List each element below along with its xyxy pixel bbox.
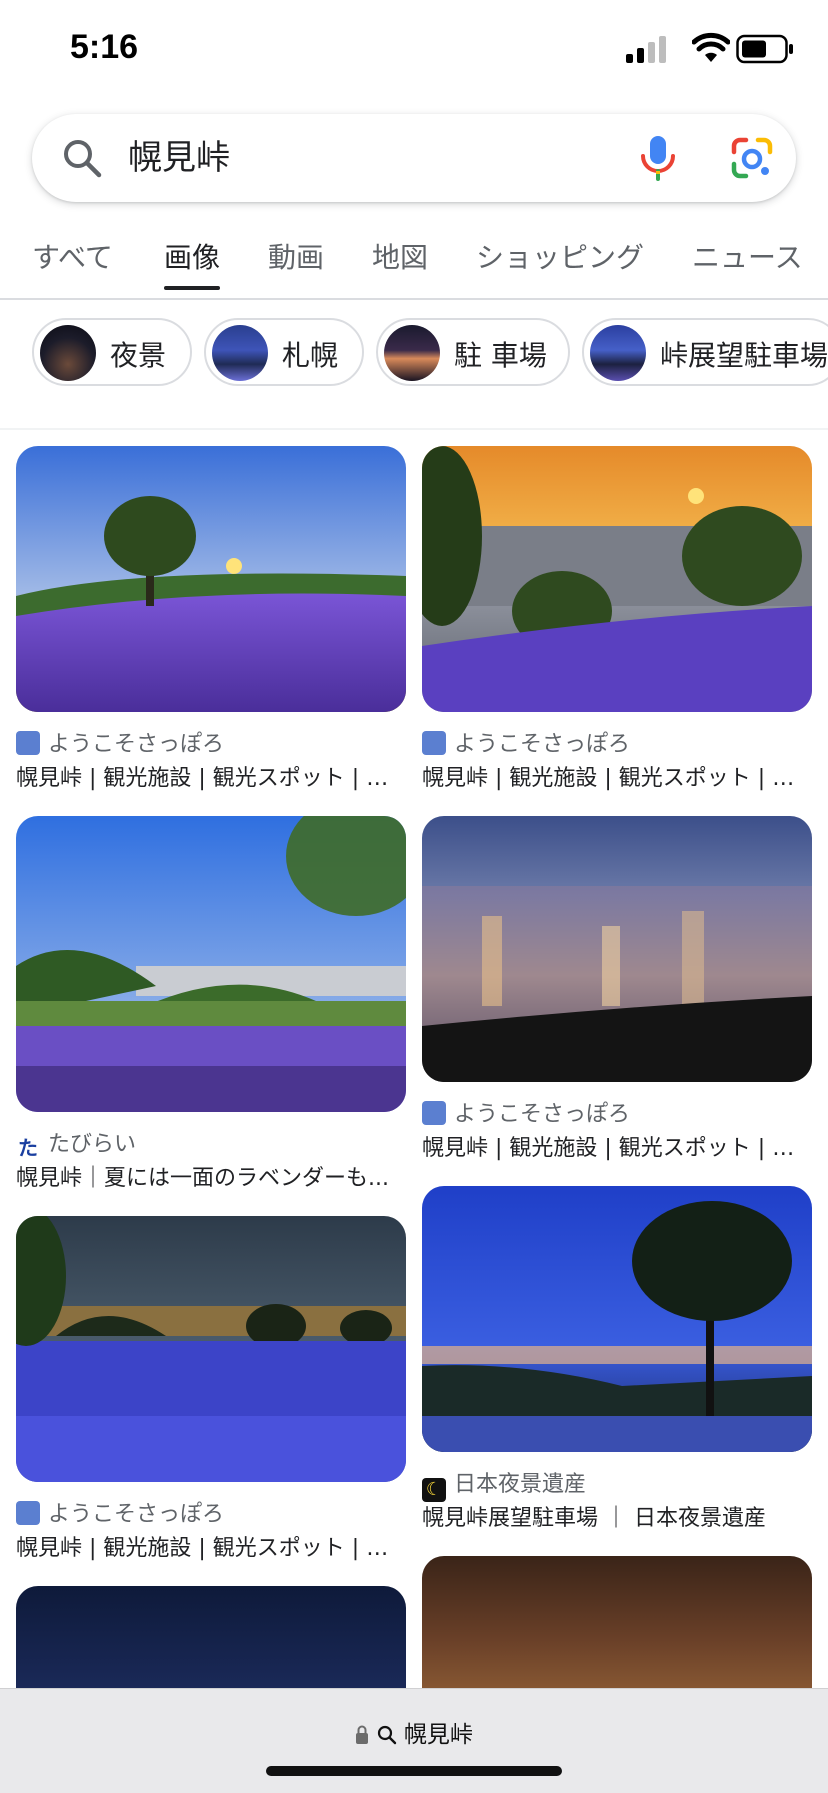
result-source: ☾ 日本夜景遺産 bbox=[422, 1466, 586, 1502]
tab-maps[interactable]: 地図 bbox=[372, 236, 428, 276]
tab-images[interactable]: 画像 bbox=[164, 236, 221, 290]
site-favicon-icon bbox=[422, 731, 446, 755]
chip-thumbnail bbox=[40, 325, 96, 381]
cellular-signal-icon bbox=[626, 36, 666, 63]
battery-icon bbox=[736, 34, 793, 64]
search-icon bbox=[377, 1725, 396, 1745]
result-title[interactable]: 幌見峠｜夏には一面のラベンダーも... bbox=[16, 1160, 406, 1192]
search-type-tabs: すべて 画像 動画 地図 ショッピング ニュース bbox=[0, 228, 828, 300]
search-input[interactable]: 幌見峠 bbox=[128, 134, 230, 182]
chip-sapporo[interactable]: 札幌 bbox=[204, 318, 364, 386]
site-favicon-icon: ☾ bbox=[422, 1478, 446, 1502]
source-label: 日本夜景遺産 bbox=[454, 1472, 587, 1497]
result-image[interactable] bbox=[16, 446, 406, 712]
chip-thumbnail bbox=[212, 325, 268, 381]
result-source: ようこそさっぽろ bbox=[16, 726, 224, 758]
google-lens-icon[interactable] bbox=[728, 134, 776, 182]
site-favicon-icon bbox=[422, 1101, 446, 1125]
chip-label: 夜景 bbox=[110, 339, 167, 372]
divider bbox=[0, 428, 828, 430]
result-title[interactable]: 幌見峠 | 観光施設 | 観光スポット | よ... bbox=[16, 760, 406, 792]
lock-icon bbox=[356, 1725, 369, 1744]
result-title[interactable]: 幌見峠 | 観光施設 | 観光スポット | よ... bbox=[16, 1530, 406, 1562]
source-label: ようこそさっぽろ bbox=[48, 732, 225, 757]
browser-address-bar[interactable]: 幌見峠 bbox=[0, 1688, 828, 1793]
chip-pass-observation-parking[interactable]: 峠展望駐車場 bbox=[582, 318, 828, 386]
status-time: 5:16 bbox=[70, 28, 139, 66]
source-label: ようこそさっぽろ bbox=[454, 1102, 631, 1127]
home-indicator[interactable] bbox=[266, 1766, 562, 1776]
result-image[interactable] bbox=[422, 446, 812, 712]
result-image[interactable] bbox=[16, 1586, 406, 1696]
result-title[interactable]: 幌見峠展望駐車場 ｜ 日本夜景遺産 bbox=[422, 1500, 812, 1532]
search-bar[interactable]: 幌見峠 bbox=[32, 114, 796, 202]
result-title[interactable]: 幌見峠 | 観光施設 | 観光スポット | よ... bbox=[422, 1130, 812, 1162]
search-icon bbox=[64, 140, 102, 178]
chip-label: 駐 車場 bbox=[454, 339, 547, 372]
tab-shopping[interactable]: ショッピング bbox=[476, 236, 644, 276]
chip-night-view[interactable]: 夜景 bbox=[32, 318, 192, 386]
address-field[interactable]: 幌見峠 bbox=[0, 1715, 828, 1749]
result-image[interactable] bbox=[422, 1556, 812, 1696]
tab-news[interactable]: ニュース bbox=[692, 236, 803, 276]
result-source: ようこそさっぽろ bbox=[422, 726, 630, 758]
chip-label: 峠展望駐車場 bbox=[660, 339, 828, 372]
site-favicon-icon bbox=[16, 1501, 40, 1525]
tab-videos[interactable]: 動画 bbox=[268, 236, 324, 276]
result-title[interactable]: 幌見峠 | 観光施設 | 観光スポット | よ... bbox=[422, 760, 812, 792]
microphone-icon[interactable] bbox=[632, 132, 684, 184]
chip-label: 札幌 bbox=[282, 339, 339, 372]
chip-parking[interactable]: 駐 車場 bbox=[376, 318, 570, 386]
address-text: 幌見峠 bbox=[403, 1722, 473, 1748]
result-image[interactable] bbox=[422, 816, 812, 1082]
result-source: ようこそさっぽろ bbox=[16, 1496, 224, 1528]
site-favicon-icon bbox=[16, 731, 40, 755]
source-label: ようこそさっぽろ bbox=[48, 1502, 225, 1527]
result-source: たたびらい bbox=[16, 1126, 136, 1160]
source-label: たびらい bbox=[48, 1132, 137, 1157]
result-source: ようこそさっぽろ bbox=[422, 1096, 630, 1128]
result-image[interactable] bbox=[16, 1216, 406, 1482]
refinement-chips: 夜景 札幌 駐 車場 峠展望駐車場 bbox=[0, 318, 828, 394]
result-image[interactable] bbox=[16, 816, 406, 1112]
source-label: ようこそさっぽろ bbox=[454, 732, 631, 757]
chip-thumbnail bbox=[384, 325, 440, 381]
status-bar: 5:16 bbox=[0, 0, 828, 100]
chip-thumbnail bbox=[590, 325, 646, 381]
result-image[interactable] bbox=[422, 1186, 812, 1452]
tab-all[interactable]: すべて bbox=[32, 236, 113, 276]
wifi-icon bbox=[692, 32, 730, 62]
site-favicon-icon: た bbox=[16, 1136, 40, 1160]
